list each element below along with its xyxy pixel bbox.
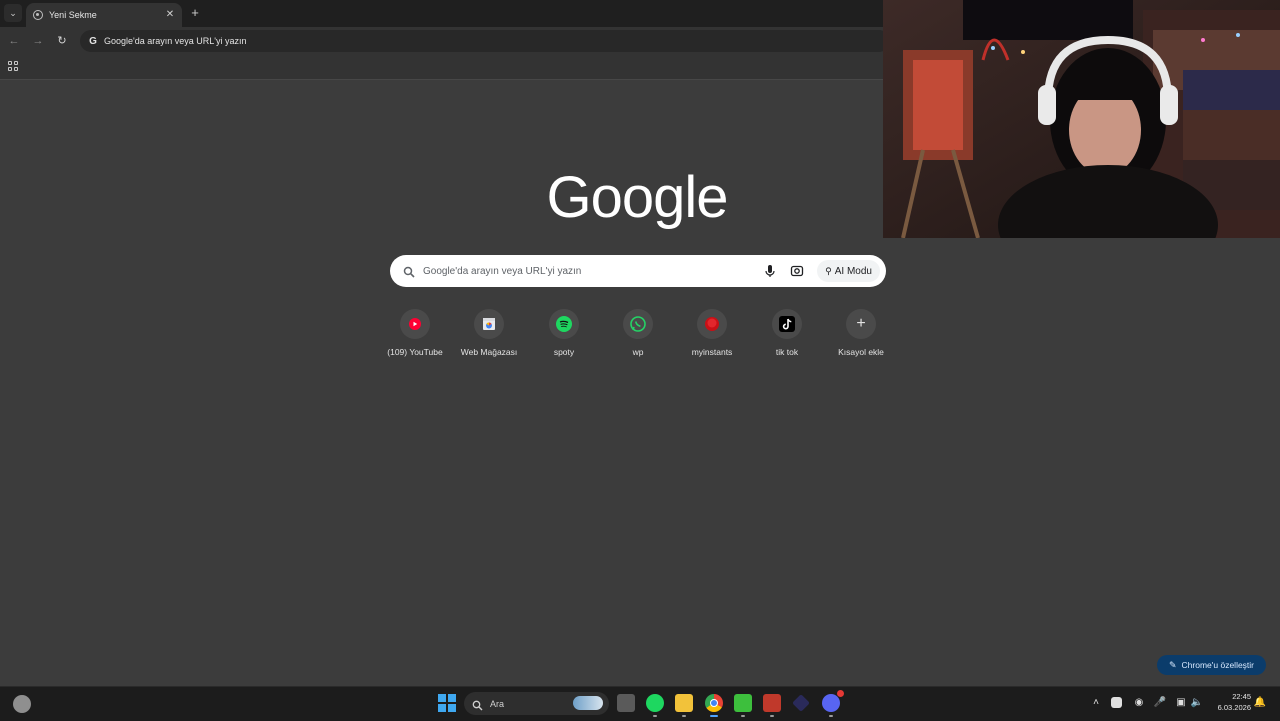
search-highlight-icon <box>573 696 603 710</box>
apps-grid-icon[interactable] <box>8 61 18 71</box>
shortcut-youtube[interactable]: (109) YouTube <box>378 309 452 369</box>
search-box[interactable]: Google'da arayın veya URL'yi yazın ⚲ AI … <box>390 255 886 287</box>
stream-app-icon[interactable] <box>763 694 781 717</box>
pencil-icon: ✎ <box>1168 659 1177 670</box>
chrome-taskbar-icon[interactable] <box>705 694 723 717</box>
weather-icon[interactable] <box>13 695 31 713</box>
new-tab-button[interactable]: + <box>188 6 202 20</box>
web-store-icon <box>483 318 495 330</box>
shortcut-label: myinstants <box>691 347 733 357</box>
task-view-icon[interactable] <box>617 694 635 712</box>
forward-button[interactable]: → <box>31 34 45 48</box>
search-icon <box>472 698 483 711</box>
shortcut-spoty[interactable]: spoty <box>527 309 601 369</box>
microphone-icon[interactable] <box>763 264 777 278</box>
shortcut-myinstants[interactable]: myinstants <box>675 309 749 369</box>
taskbar-search[interactable]: Ara <box>464 692 609 715</box>
app-diamond-icon[interactable] <box>792 694 810 712</box>
omnibox-text: Google'da arayın veya URL'yi yazın <box>104 36 247 46</box>
shortcut-web-store[interactable]: Web Mağazası <box>452 309 526 369</box>
shortcut-label: tik tok <box>775 347 799 357</box>
file-explorer-icon[interactable] <box>675 694 693 717</box>
chrome-icon <box>33 10 43 20</box>
ai-mode-button[interactable]: ⚲ AI Modu <box>817 260 880 282</box>
network-icon[interactable]: ▣ <box>1174 696 1188 710</box>
search-icon <box>403 265 415 278</box>
notification-bell-icon[interactable]: 🔔 <box>1253 696 1267 710</box>
start-button[interactable] <box>438 694 456 712</box>
google-logo: Google <box>546 165 728 230</box>
youtube-icon <box>409 318 421 330</box>
google-g-icon: G <box>89 35 97 47</box>
spotify-icon <box>556 316 572 332</box>
search-input[interactable]: Google'da arayın veya URL'yi yazın <box>423 266 763 277</box>
shortcut-label: Web Mağazası <box>460 347 518 357</box>
back-button[interactable]: ← <box>7 34 21 48</box>
customize-chrome-button[interactable]: ✎ Chrome'u özelleştir <box>1157 655 1266 675</box>
tiktok-icon <box>779 316 795 332</box>
shortcut-wp[interactable]: wp <box>601 309 675 369</box>
taskbar-search-label: Ara <box>490 698 505 709</box>
discord-tray-icon[interactable]: ◉ <box>1132 696 1146 710</box>
kick-icon[interactable] <box>734 694 752 717</box>
system-clock[interactable]: 22:45 6.03.2026 <box>1207 691 1251 713</box>
spotify-taskbar-icon[interactable] <box>646 694 664 717</box>
whatsapp-icon <box>630 316 646 332</box>
tab-new-tab[interactable]: Yeni Sekme ✕ <box>26 3 182 27</box>
myinstants-icon <box>705 317 719 331</box>
shortcut-label: wp <box>632 347 644 357</box>
shortcut-label: spoty <box>553 347 575 357</box>
tray-app-icon[interactable] <box>1111 697 1122 708</box>
tab-title: Yeni Sekme <box>49 10 97 20</box>
tab-search-button[interactable]: ⌄ <box>4 4 22 22</box>
windows-taskbar: Ara ˄ ◉ 🎤 ▣ 🔈 22:45 6.03.2026 🔔 <box>0 686 1280 721</box>
ai-search-icon: ⚲ <box>825 265 832 276</box>
omnibox[interactable]: G Google'da arayın veya URL'yi yazın <box>80 30 890 52</box>
chevron-down-icon: ⌄ <box>9 7 17 18</box>
webcam-overlay <box>883 0 1280 238</box>
add-icon: + <box>856 315 866 332</box>
microphone-icon[interactable]: 🎤 <box>1153 696 1167 710</box>
reload-button[interactable]: ↻ <box>55 34 69 48</box>
customize-label: Chrome'u özelleştir <box>1181 660 1255 670</box>
camera-lens-icon[interactable] <box>790 264 804 278</box>
close-icon[interactable]: ✕ <box>164 9 176 21</box>
chevron-up-icon[interactable]: ˄ <box>1089 696 1103 710</box>
clock-date: 6.03.2026 <box>1217 703 1251 712</box>
shortcut-label: Kısayol ekle <box>838 347 884 357</box>
webcam-feed-image <box>883 0 1280 238</box>
clock-time: 22:45 <box>1232 692 1251 701</box>
shortcut-label: (109) YouTube <box>387 347 443 357</box>
shortcut-tiktok[interactable]: tik tok <box>750 309 824 369</box>
ai-mode-label: AI Modu <box>834 265 872 277</box>
volume-icon[interactable]: 🔈 <box>1190 696 1204 710</box>
discord-icon[interactable] <box>822 690 844 717</box>
shortcut-add[interactable]: + Kısayol ekle <box>824 309 898 369</box>
